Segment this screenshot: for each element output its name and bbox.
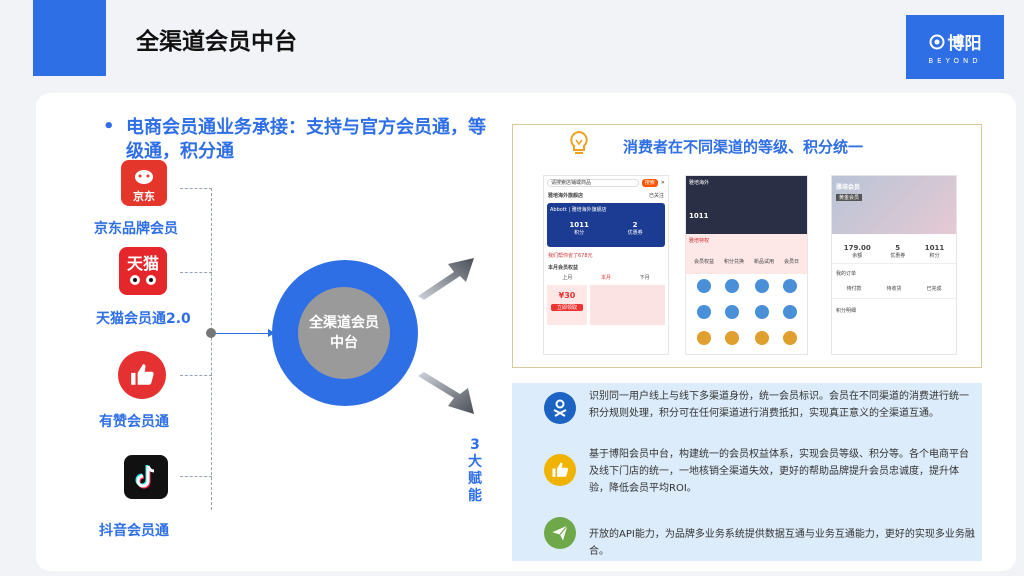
youzan-thumb-icon [131, 364, 154, 385]
member-level: 黄金会员 [836, 194, 863, 201]
savings-text: 我们帮你省了678元 [548, 253, 593, 259]
store-search-input[interactable]: 请搜索店铺或商品 [547, 179, 639, 187]
bracket-tick [180, 272, 212, 273]
points-label: 积分 [574, 230, 585, 236]
miniapp-store: 雅培海外 [689, 180, 710, 186]
coupon-card[interactable]: ¥30 立即领取 [547, 285, 587, 325]
menu-item-2[interactable]: 新品试用 [754, 258, 774, 265]
miniapp-icon-grid [697, 279, 797, 345]
store-search-button[interactable]: 搜索 [641, 179, 658, 187]
coupon-placeholder [590, 285, 665, 325]
paper-plane-icon [544, 517, 576, 549]
month-current[interactable]: 本月 [601, 274, 611, 281]
phone-screen-tmall: 请搜索店铺或商品 搜索 ✕ 雅培海外旗舰店 已关注 Abbott | 雅培海外旗… [543, 175, 669, 355]
channel-label-youzan: 有赞会员通 [99, 414, 169, 430]
header-accent-tab [33, 0, 106, 76]
page-title: 全渠道会员中台 [136, 29, 297, 55]
youzan-icon [118, 351, 166, 399]
hub-center: 全渠道会员 中台 [298, 287, 390, 379]
points-value: 1011 [569, 221, 589, 229]
hub-line1: 全渠道会员 [309, 315, 379, 331]
stat-balance-value: 179.00 [843, 244, 871, 252]
month-prev[interactable]: 上月 [562, 274, 572, 281]
thumbs-up-icon [544, 454, 576, 486]
jd-icon-text: 京东 [133, 190, 155, 203]
phone-screen-member: 雅培会员 黄金会员 179.00 余额 5 优惠券 1011 积分 我的订单 待付款 … [831, 175, 957, 355]
stat-points-value: 1011 [924, 244, 945, 252]
douyin-icon [124, 455, 168, 499]
menu-item-0[interactable]: 会员权益 [694, 258, 714, 265]
order-pending-pay[interactable]: 待付款 [846, 285, 861, 292]
tmall-icon-text: 天猫 [126, 254, 159, 273]
logo-name: 博阳 [947, 34, 982, 54]
phone-screen-miniapp: 雅培海外 1011 雅培特权 会员权益 积分兑换 新品试用 会员日 [685, 175, 808, 355]
stat-coupon-label: 优惠券 [890, 253, 906, 259]
store-name: 雅培海外旗舰店 [548, 193, 584, 199]
order-pending-receive[interactable]: 待收货 [886, 285, 901, 292]
arrow-up-right-icon [418, 258, 474, 300]
coupon-title: 本月会员权益 [548, 265, 579, 271]
member-name: 雅培会员 [836, 184, 861, 191]
store-banner: Abbott | 雅培海外旗舰店 1011 积分 2 优惠券 [547, 203, 665, 247]
member-header: 雅培会员 黄金会员 [832, 176, 956, 234]
stat-balance-label: 余额 [852, 253, 863, 259]
arrow-down-right-icon [418, 372, 474, 414]
bracket-tick [180, 375, 212, 376]
tmall-icon: 天猫 [119, 247, 167, 295]
empower-label: 3大赋能 [468, 437, 482, 504]
channel-bracket [211, 188, 212, 510]
order-completed[interactable]: 已完成 [926, 285, 941, 292]
coupons-label: 优惠券 [627, 230, 643, 236]
hub-line2: 中台 [330, 335, 358, 351]
follow-status[interactable]: 已关注 [649, 192, 664, 199]
stat-points-label: 积分 [929, 253, 940, 259]
month-next[interactable]: 下月 [640, 274, 650, 281]
coupons-value: 2 [632, 221, 638, 229]
consumer-panel-title: 消费者在不同渠道的等级、积分统一 [623, 138, 864, 156]
channel-label-douyin: 抖音会员通 [99, 523, 169, 539]
miniapp-banner: 雅培海外 1011 [686, 176, 807, 234]
connector-line [216, 333, 272, 334]
headline-bullet: • [103, 116, 115, 137]
logo-subtitle: BEYOND [928, 57, 982, 65]
miniapp-member: 雅培特权 [689, 238, 710, 244]
headline-text: 电商会员通业务承接：支持与官方会员通，等级通，积分通 [126, 117, 486, 162]
stat-coupon-value: 5 [895, 244, 901, 252]
miniapp-points: 1011 [689, 212, 709, 220]
connector-dot [206, 328, 216, 338]
coupon-claim-button[interactable]: 立即领取 [551, 304, 583, 311]
logo-mark-icon [929, 34, 944, 49]
bracket-tick [180, 476, 212, 477]
menu-item-3[interactable]: 会员日 [784, 258, 799, 265]
bracket-tick [180, 188, 212, 189]
menu-item-1[interactable]: 积分兑换 [724, 258, 744, 265]
identity-icon [544, 392, 576, 424]
banner-text: Abbott | 雅培海外旗舰店 [550, 207, 607, 213]
feature-text-benefits: 基于博阳会员中台，构建统一的会员权益体系，实现会员等级、积分等。各个电商平台及线… [589, 449, 969, 494]
feature-text-api: 开放的API能力，为品牌多业务系统提供数据互通与业务互通能力，更好的实现多业务融… [589, 529, 975, 557]
lightbulb-icon [570, 130, 588, 154]
channel-label-tmall: 天猫会员通2.0 [96, 311, 191, 327]
coupon-value: ¥30 [558, 291, 576, 300]
feature-text-identity: 识别同一用户线上与线下多渠道身份，统一会员标识。会员在不同渠道的消费进行统一积分… [589, 391, 969, 419]
douyin-note-icon [135, 465, 155, 489]
points-detail[interactable]: 积分明细 [832, 298, 956, 322]
orders-title[interactable]: 我的订单 [832, 263, 956, 279]
channel-label-jd: 京东品牌会员 [94, 221, 178, 237]
close-icon[interactable]: ✕ [661, 180, 665, 186]
tmall-face-icon [130, 275, 156, 285]
beyond-logo: 博阳 BEYOND [906, 15, 1004, 79]
miniapp-member-block: 雅培特权 会员权益 积分兑换 新品试用 会员日 [686, 234, 807, 274]
